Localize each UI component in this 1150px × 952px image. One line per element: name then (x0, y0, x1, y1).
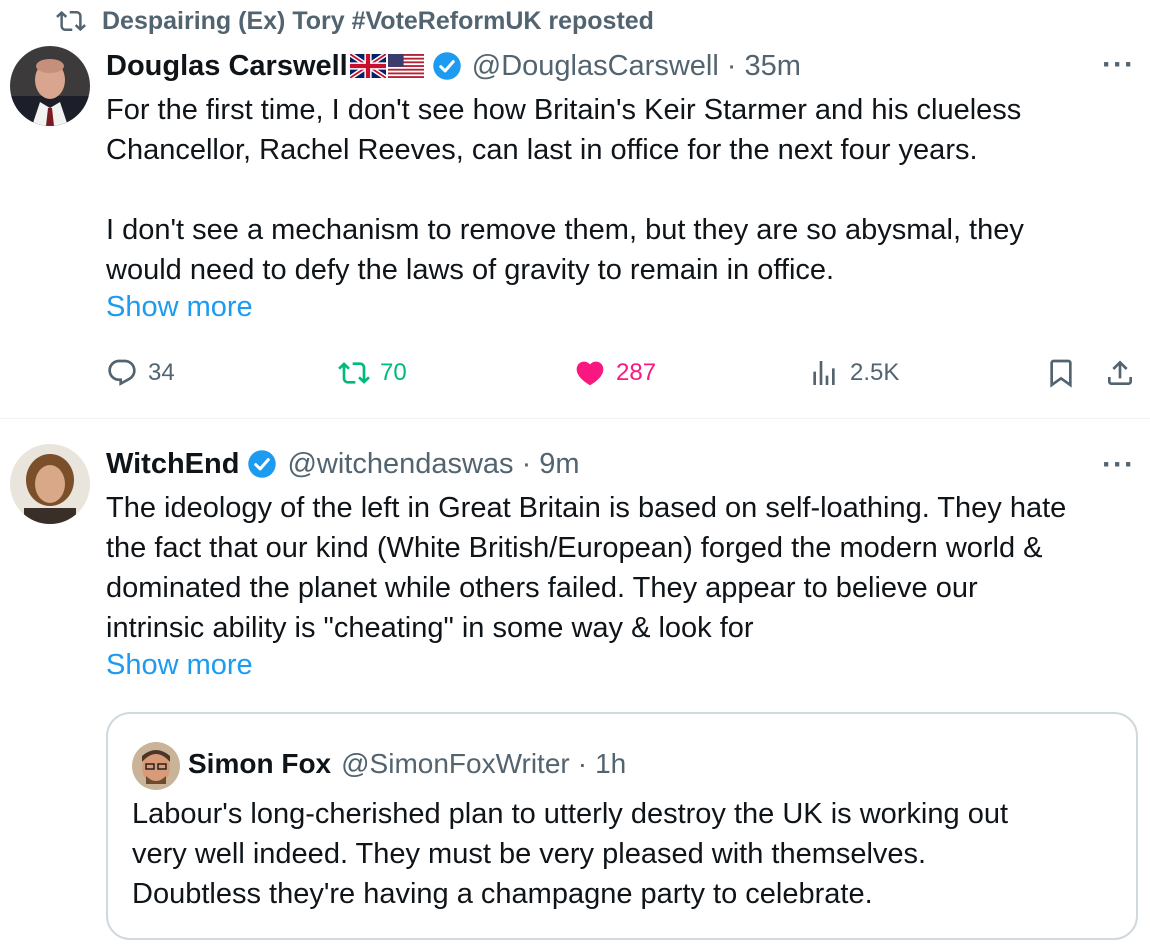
tweet2-text-line: The ideology of the left in Great Britai… (106, 492, 1067, 524)
tweet1-text-line: Chancellor, Rachel Reeves, can last in o… (106, 134, 978, 166)
verified-badge-icon[interactable] (432, 51, 462, 81)
bookmark-icon (1050, 359, 1072, 388)
tweet2-timestamp[interactable]: 9m (539, 448, 579, 481)
avatar-image (10, 444, 90, 524)
avatar-douglas-carswell[interactable] (10, 46, 90, 126)
reply-button[interactable]: 34 (106, 357, 175, 389)
tweet1-text-line: I don't see a mechanism to remove them, … (106, 214, 1024, 246)
tweet1-text: For the first time, I don't see how Brit… (106, 90, 1136, 290)
repost-icon (56, 10, 86, 32)
tweet2-display-name[interactable]: WitchEnd (106, 448, 239, 481)
tweet2-text-line: dominated the planet while others failed… (106, 572, 978, 604)
quoted-tweet-card[interactable]: Simon Fox @SimonFoxWriter · 1h Labour's … (106, 712, 1138, 940)
reply-icon (108, 359, 136, 386)
uk-flag-icon (349, 54, 386, 78)
tweet1-header: Douglas Carswell @DouglasCarswell · 35m (106, 48, 801, 84)
tweet1-timestamp[interactable]: 35m (744, 50, 800, 83)
tweet1-handle[interactable]: @DouglasCarswell (472, 50, 719, 83)
tweet1-more-options-icon[interactable]: ··· (1102, 48, 1135, 82)
tweet1-text-line: For the first time, I don't see how Brit… (106, 94, 1022, 126)
repost-banner[interactable]: Despairing (Ex) Tory #VoteReformUK repos… (56, 4, 654, 38)
heart-icon (576, 361, 604, 386)
tweet2-more-options-icon[interactable]: ··· (1102, 448, 1135, 482)
quote-text: Labour's long-cherished plan to utterly … (132, 794, 1122, 914)
quote-text-line: Labour's long-cherished plan to utterly … (132, 798, 1009, 830)
repost-banner-text: Despairing (Ex) Tory #VoteReformUK repos… (102, 6, 654, 35)
avatar-simon-fox (132, 742, 180, 790)
avatar-image (10, 46, 90, 126)
repost-icon (338, 362, 370, 384)
tweet2-dot-separator: · (521, 447, 532, 480)
tweet2-text-line: intrinsic ability is "cheating" in some … (106, 612, 754, 644)
quote-dot-separator: · (577, 748, 588, 779)
us-flag-icon (387, 54, 424, 78)
verified-badge-icon[interactable] (247, 449, 277, 479)
share-button[interactable] (1104, 357, 1136, 389)
like-count: 287 (616, 359, 657, 386)
tweet2-text-line: the fact that our kind (White British/Eu… (106, 532, 1043, 564)
repost-count: 70 (380, 359, 407, 386)
like-button[interactable]: 287 (574, 357, 656, 389)
quote-text-line: very well indeed. They must be very plea… (132, 838, 927, 870)
bar-chart-icon (813, 361, 835, 385)
tweet2-show-more-link[interactable]: Show more (106, 649, 253, 682)
tweet1-show-more-link[interactable]: Show more (106, 291, 253, 324)
tweet-divider (0, 418, 1150, 419)
views-count: 2.5K (850, 359, 900, 386)
share-icon (1108, 360, 1132, 385)
repost-button[interactable]: 70 (338, 357, 407, 389)
tweet2-text: The ideology of the left in Great Britai… (106, 488, 1146, 648)
quote-header: Simon Fox @SimonFoxWriter · 1h (188, 746, 626, 782)
avatar-image (132, 742, 180, 790)
tweet1-text-line (106, 170, 1136, 210)
quote-text-line: Doubtless they're having a champagne par… (132, 878, 873, 910)
tweet2-handle[interactable]: @witchendaswas (287, 448, 513, 481)
tweet1-text-line: would need to defy the laws of gravity t… (106, 254, 835, 286)
tweet1-display-name[interactable]: Douglas Carswell (106, 50, 348, 83)
avatar-witchend[interactable] (10, 444, 90, 524)
quote-display-name[interactable]: Simon Fox (188, 748, 331, 780)
views-button[interactable]: 2.5K (808, 357, 899, 389)
tweet1-dot-separator: · (726, 49, 737, 82)
reply-count: 34 (148, 359, 175, 386)
quote-timestamp[interactable]: 1h (595, 748, 626, 780)
tweet2-header: WitchEnd @witchendaswas · 9m (106, 446, 580, 482)
quote-handle[interactable]: @SimonFoxWriter (341, 748, 570, 780)
bookmark-button[interactable] (1045, 357, 1077, 389)
